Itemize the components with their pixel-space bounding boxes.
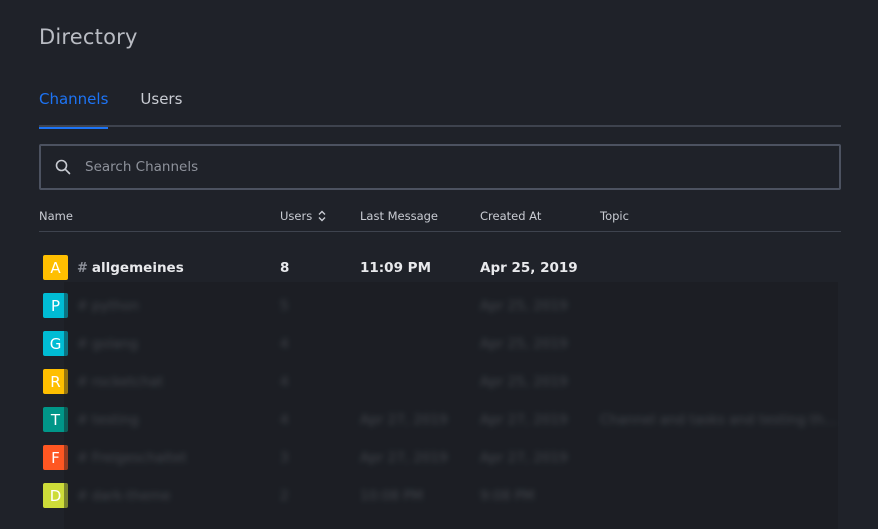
- column-header-name[interactable]: Name: [39, 209, 73, 223]
- column-header-created-at[interactable]: Created At: [480, 209, 541, 223]
- column-header-users[interactable]: Users: [280, 209, 327, 223]
- channel-name: allgemeines: [91, 260, 184, 276]
- directory-page: Directory Channels Users Name Users Last…: [0, 0, 878, 529]
- search-input[interactable]: [85, 146, 839, 188]
- column-header-topic[interactable]: Topic: [600, 209, 629, 223]
- search-icon: [55, 159, 71, 175]
- created-at: Apr 25, 2019: [480, 260, 578, 276]
- last-message: 11:09 PM: [360, 260, 432, 276]
- column-header-last-message[interactable]: Last Message: [360, 209, 438, 223]
- blur-overlay: [64, 282, 838, 529]
- search-box: [39, 144, 841, 190]
- hash-icon: #: [77, 260, 88, 276]
- table-header: Name Users Last Message Created At Topic: [39, 202, 841, 232]
- column-header-users-label: Users: [280, 209, 313, 223]
- tab-channels[interactable]: Channels: [39, 90, 109, 129]
- sort-arrows-icon: [318, 210, 326, 222]
- tab-users[interactable]: Users: [140, 90, 182, 127]
- page-title: Directory: [39, 25, 138, 49]
- users-count: 8: [280, 260, 290, 276]
- channel-name-cell: # allgemeines: [77, 260, 184, 276]
- avatar: A: [43, 255, 68, 280]
- directory-tabs: Channels Users: [39, 90, 841, 129]
